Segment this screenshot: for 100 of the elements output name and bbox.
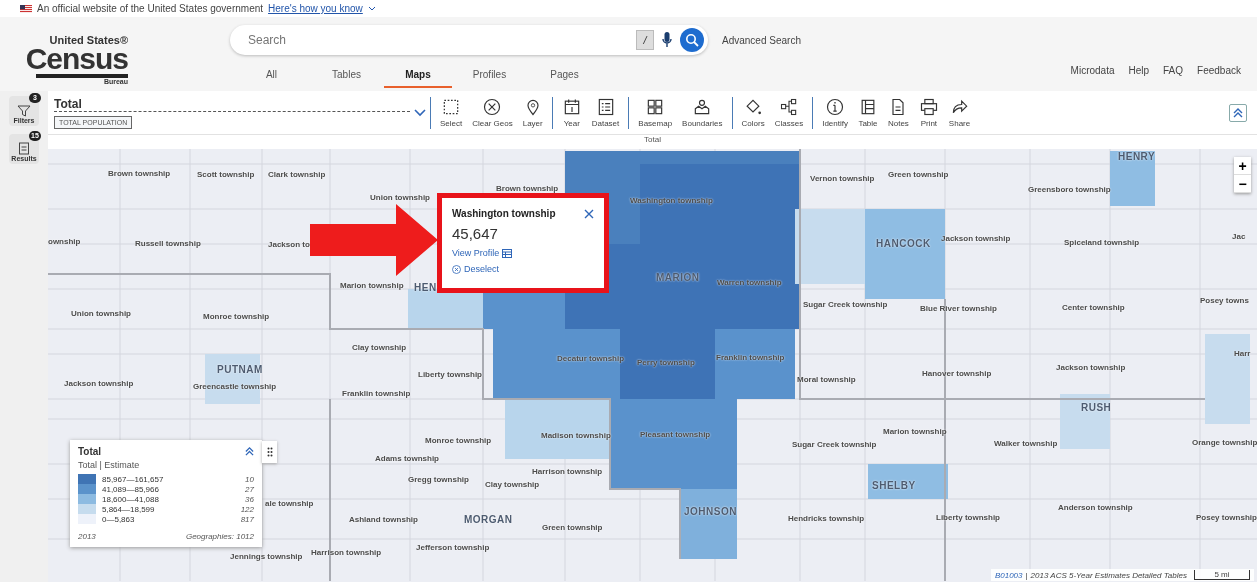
nav-tab[interactable]: Tables — [309, 65, 384, 88]
map-label: Union township — [370, 193, 430, 202]
utility-link[interactable]: FAQ — [1163, 65, 1184, 88]
map-label: Pleasant township — [640, 430, 711, 439]
map-label: Hendricks township — [788, 514, 864, 523]
map-label: Blue River township — [920, 304, 997, 313]
legend-range: 18,600—41,088 — [102, 494, 160, 504]
microphone-icon[interactable] — [662, 32, 672, 48]
nodes-icon — [778, 97, 799, 117]
map-label: Walker township — [994, 439, 1058, 448]
close-icon[interactable] — [584, 208, 594, 219]
map-label: PUTNAM — [217, 364, 263, 375]
source-text: 2013 ACS 5-Year Estimates Detailed Tables — [1030, 570, 1187, 580]
map-label: ale township — [265, 499, 314, 508]
map-label: Jackson township — [64, 379, 134, 388]
logo-main-text: Census — [25, 44, 128, 74]
toolbar-button[interactable]: Share — [943, 97, 976, 128]
separator-text: | — [1025, 570, 1028, 580]
search-button[interactable] — [680, 28, 704, 52]
legend-range: 5,864—18,599 — [102, 504, 156, 514]
double-chevron-up-icon — [1233, 107, 1243, 118]
map-label: Posey township — [1196, 513, 1257, 522]
toolbar-button[interactable]: Boundaries — [677, 97, 728, 128]
toolbar-button[interactable]: Select — [435, 97, 468, 128]
map-label: Franklin township — [716, 353, 785, 362]
legend-range: 85,967—161,657 — [102, 474, 165, 484]
table-title[interactable]: Total — [54, 96, 410, 112]
toolbar-button[interactable]: Print — [913, 97, 944, 128]
map-label: Madison township — [541, 431, 611, 440]
map-label: MORGAN — [464, 514, 513, 525]
toolbar-button[interactable]: Notes — [882, 97, 914, 128]
table-id-link[interactable]: B01003 — [994, 570, 1023, 580]
search-bar[interactable]: Search / — [230, 25, 708, 55]
toolbar-button[interactable]: Table — [852, 97, 883, 128]
nav-tab[interactable]: Maps — [384, 65, 452, 88]
legend-count: 27 — [245, 484, 254, 494]
legend-year: 2013 — [78, 532, 96, 541]
utility-link[interactable]: Help — [1128, 65, 1150, 88]
collapse-button[interactable] — [1229, 103, 1247, 122]
map-label: Jackson township — [1056, 363, 1126, 372]
legend-range: 41,089—85,966 — [102, 484, 160, 494]
nav-tab[interactable]: Pages — [527, 65, 602, 88]
zoom-in-button[interactable]: + — [1234, 157, 1251, 175]
drag-handle[interactable] — [262, 441, 277, 463]
map-label: Anderson township — [1058, 503, 1133, 512]
map-label: Hanover township — [922, 369, 992, 378]
map-label: Liberty township — [936, 513, 1000, 522]
map-label: Green township — [888, 170, 949, 179]
map-label: Center township — [1062, 303, 1125, 312]
search-field[interactable]: Search — [246, 32, 628, 48]
us-flag-icon — [20, 4, 32, 13]
logo-top-text: United States® — [49, 35, 128, 46]
map-label: Harrison township — [311, 548, 382, 557]
map-label: Harr — [1234, 349, 1251, 358]
map-label: Liberty township — [418, 370, 482, 379]
map-label: Sugar Creek township — [792, 440, 877, 449]
map-label: Jennings township — [230, 552, 303, 561]
chevron-down-icon[interactable] — [367, 5, 376, 12]
view-profile-link[interactable]: View Profile — [452, 248, 594, 258]
clear-icon — [482, 97, 503, 117]
toolbar-button[interactable]: Layer — [517, 97, 548, 128]
legend-subtitle: Total | Estimate — [78, 460, 141, 470]
map-drawing[interactable] — [48, 149, 1257, 582]
map-label: Perry township — [637, 358, 695, 367]
map-label: Clay township — [485, 480, 540, 489]
deselect-link[interactable]: Deselect — [452, 264, 594, 274]
legend-count: 10 — [245, 474, 254, 484]
search-icon — [685, 33, 699, 47]
clear-icon — [452, 264, 461, 274]
utility-link[interactable]: Microdata — [1070, 65, 1115, 88]
toolbar-button[interactable]: Dataset — [586, 97, 625, 128]
how-you-know-link[interactable]: Here's how you know — [268, 3, 363, 14]
zoom-out-button[interactable]: − — [1234, 175, 1251, 193]
advanced-search-link[interactable]: Advanced Search — [722, 34, 801, 46]
map-label: MARION — [656, 272, 700, 283]
toolbar-button[interactable]: Identify — [817, 97, 853, 128]
map-label: Russell township — [135, 239, 201, 248]
toolbar-button[interactable]: Classes — [769, 97, 809, 128]
map-label: Sugar Creek township — [803, 300, 888, 309]
map-label: RUSH — [1081, 402, 1112, 413]
toolbar-button[interactable]: Basemap — [633, 97, 678, 128]
map-label: JOHNSON — [684, 506, 737, 517]
toolbar-button[interactable]: Colors — [736, 97, 770, 128]
map-label: Greensboro township — [1028, 185, 1111, 194]
utility-link[interactable]: Feedback — [1197, 65, 1241, 88]
nav-tab[interactable]: Profiles — [452, 65, 527, 88]
map-label: Ashland township — [349, 515, 418, 524]
chevron-down-icon[interactable] — [414, 108, 426, 117]
collapse-icon[interactable] — [245, 447, 254, 456]
document-icon — [18, 142, 30, 155]
legend-count: 817 — [240, 514, 254, 524]
map-label: Monroe township — [203, 312, 270, 321]
map-label: Jackson township — [941, 234, 1011, 243]
toolbar-button[interactable]: Clear Geos — [467, 97, 518, 128]
nav-tab[interactable]: All — [234, 65, 309, 88]
legend-title: Total — [78, 446, 102, 457]
map-label: Jefferson township — [416, 543, 490, 552]
toolbar-button[interactable]: Year — [556, 97, 587, 128]
map-label: Brown township — [108, 169, 171, 178]
map-label: Green township — [542, 523, 603, 532]
